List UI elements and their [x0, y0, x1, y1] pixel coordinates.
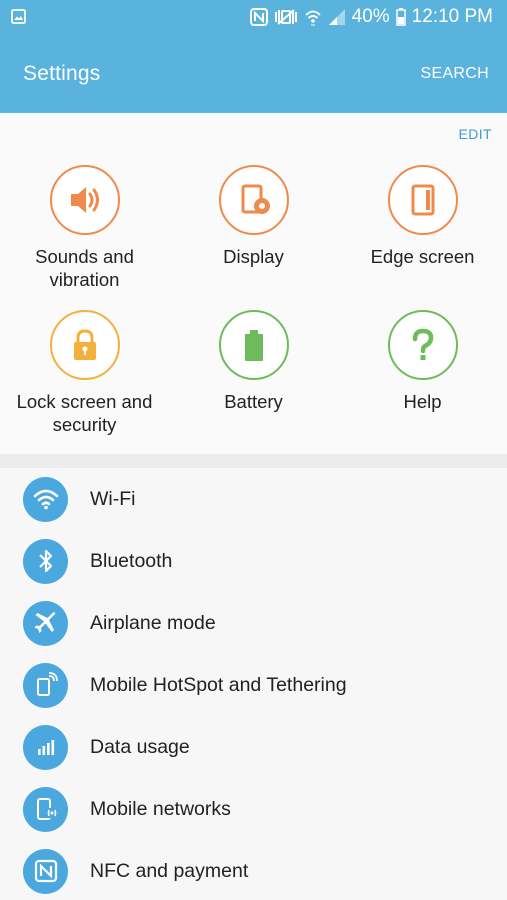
tile-help[interactable]: Help: [338, 310, 507, 413]
list-item-mobile-hotspot[interactable]: Mobile HotSpot and Tethering: [0, 654, 507, 716]
quick-settings-panel: EDIT Sounds and vibration Display Edge s…: [0, 113, 507, 454]
app-bar: Settings SEARCH: [0, 34, 507, 113]
tile-sounds-and-vibration[interactable]: Sounds and vibration: [0, 165, 169, 291]
tile-label: Battery: [224, 391, 283, 412]
list-item-airplane-mode[interactable]: Airplane mode: [0, 592, 507, 654]
tile-label: Sounds and vibration: [35, 246, 134, 290]
tile-battery[interactable]: Battery: [169, 310, 338, 413]
wifi-icon: [23, 476, 68, 522]
tile-label: Lock screen and security: [16, 391, 153, 435]
list-item-mobile-networks[interactable]: Mobile networks: [0, 778, 507, 840]
list-item-label: Mobile HotSpot and Tethering: [90, 673, 347, 696]
display-icon: [218, 165, 289, 235]
picture-icon: [11, 9, 26, 24]
list-item-label: Bluetooth: [90, 549, 173, 572]
settings-list: Wi-Fi Bluetooth Airplane mode Mobile Hot…: [0, 468, 507, 900]
clock: 12:10 PM: [411, 6, 493, 27]
search-button[interactable]: SEARCH: [421, 65, 489, 83]
mobile-networks-icon: [23, 786, 68, 832]
tile-edge-screen[interactable]: Edge screen: [338, 165, 507, 268]
page-title: Settings: [23, 62, 101, 85]
section-divider: [0, 454, 507, 468]
vibrate-mute-icon: [274, 9, 297, 25]
list-item-nfc-and-payment[interactable]: NFC and payment: [0, 840, 507, 900]
list-item-wifi[interactable]: Wi-Fi: [0, 468, 507, 530]
list-item-data-usage[interactable]: Data usage: [0, 716, 507, 778]
battery-status-icon: [395, 8, 406, 26]
tile-label: Help: [403, 391, 442, 412]
nfc-icon: [23, 848, 68, 894]
speaker-icon: [49, 165, 120, 235]
data-usage-icon: [23, 724, 68, 770]
list-item-label: Mobile networks: [90, 797, 231, 820]
battery-percent: 40%: [351, 6, 390, 27]
tile-lock-screen-and-security[interactable]: Lock screen and security: [0, 310, 169, 436]
status-bar: 40% 12:10 PM: [0, 0, 507, 34]
wifi-status-icon: [305, 10, 321, 26]
tile-display[interactable]: Display: [169, 165, 338, 268]
list-item-label: NFC and payment: [90, 859, 249, 882]
hotspot-icon: [23, 662, 68, 708]
list-item-label: Airplane mode: [90, 611, 216, 634]
edit-button[interactable]: EDIT: [459, 126, 493, 142]
nfc-status-icon: [249, 8, 268, 26]
lock-icon: [49, 310, 120, 380]
list-item-bluetooth[interactable]: Bluetooth: [0, 530, 507, 592]
list-item-label: Wi-Fi: [90, 487, 136, 510]
bluetooth-icon: [23, 538, 68, 584]
edge-screen-icon: [387, 165, 458, 235]
battery-icon: [218, 310, 289, 380]
airplane-icon: [23, 600, 68, 646]
help-icon: [387, 310, 458, 380]
list-item-label: Data usage: [90, 735, 190, 758]
tile-label: Edge screen: [370, 246, 475, 267]
signal-icon: [328, 9, 345, 25]
status-icons: 40% 12:10 PM: [249, 6, 493, 28]
tile-label: Display: [223, 246, 284, 267]
